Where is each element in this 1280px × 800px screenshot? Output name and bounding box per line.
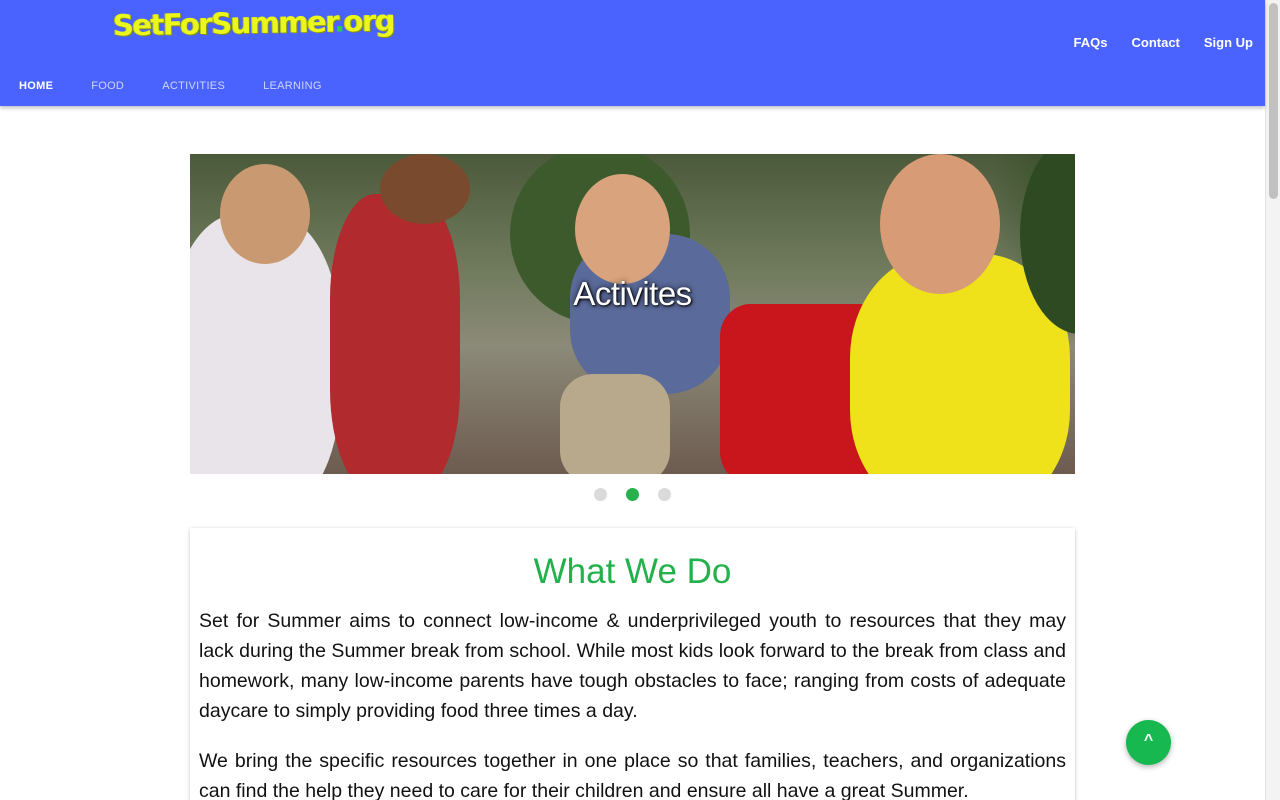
carousel-dot-1[interactable] xyxy=(594,488,607,501)
nav-tab-learning[interactable]: LEARNING xyxy=(244,72,341,106)
carousel-dot-2[interactable] xyxy=(626,488,639,501)
main-nav: HOME FOOD ACTIVITIES LEARNING xyxy=(0,72,341,106)
site-logo[interactable]: SetForSummer.org xyxy=(113,4,395,43)
top-links: FAQs Contact Sign Up xyxy=(1050,35,1253,51)
carousel-dot-3[interactable] xyxy=(658,488,671,501)
back-to-top-button[interactable]: ^ xyxy=(1126,720,1171,765)
section-paragraph-2: We bring the specific resources together… xyxy=(199,750,1066,800)
section-title: What We Do xyxy=(533,552,732,591)
page-scrollbar[interactable] xyxy=(1265,0,1280,800)
nav-tab-food[interactable]: FOOD xyxy=(72,72,143,106)
sign-up-link[interactable]: Sign Up xyxy=(1204,35,1253,51)
scrollbar-thumb[interactable] xyxy=(1269,3,1278,199)
nav-tab-home[interactable]: HOME xyxy=(0,72,72,106)
chevron-up-icon: ^ xyxy=(1143,732,1154,749)
carousel-indicators xyxy=(594,488,690,501)
what-we-do-card: What We Do Set for Summer aims to connec… xyxy=(190,528,1075,800)
contact-link[interactable]: Contact xyxy=(1132,35,1180,51)
faqs-link[interactable]: FAQs xyxy=(1074,35,1108,51)
nav-tab-activities[interactable]: ACTIVITIES xyxy=(143,72,244,106)
section-paragraph-1: Set for Summer aims to connect low-incom… xyxy=(199,610,1066,722)
site-header: SetForSummer.org FAQs Contact Sign Up HO… xyxy=(0,0,1265,106)
carousel-caption: Activites xyxy=(573,275,692,312)
hero-carousel[interactable]: Activites xyxy=(190,154,1075,474)
